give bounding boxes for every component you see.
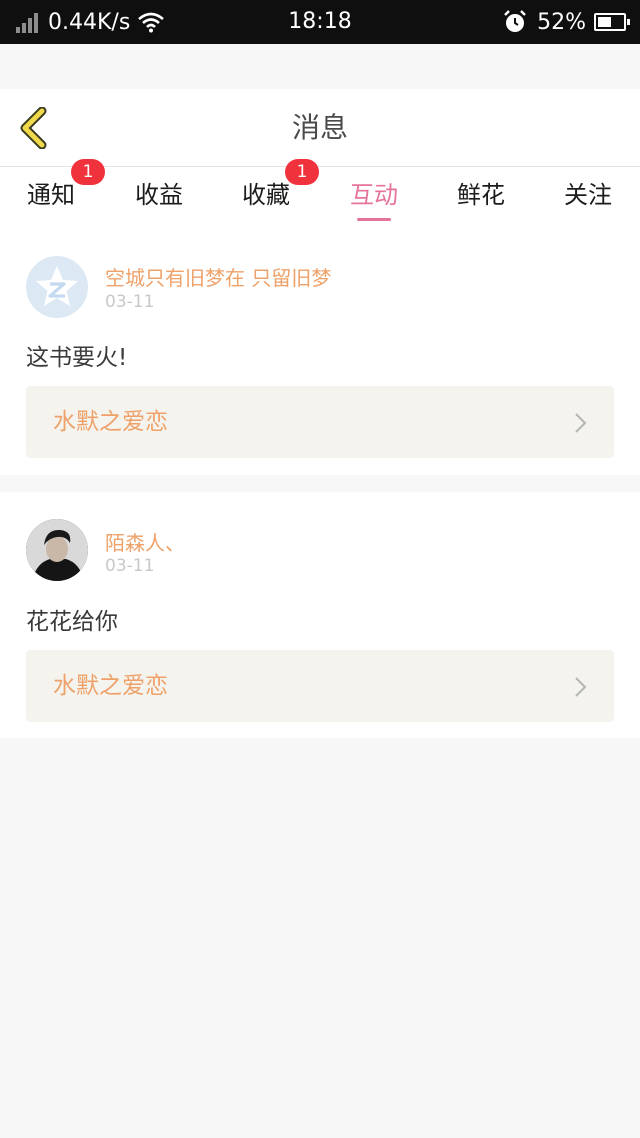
username[interactable]: 陌森人、 (105, 527, 185, 556)
book-title: 水默之爱恋 (53, 409, 168, 435)
default-star-avatar-icon[interactable] (26, 256, 88, 318)
tab-interaction[interactable]: 互动 (324, 167, 424, 227)
tab-label: 收藏 (242, 181, 290, 209)
message-date: 03-11 (105, 292, 155, 312)
user-photo-avatar[interactable] (26, 519, 88, 581)
tab-label: 鲜花 (457, 181, 505, 209)
message-text: 这书要火! (26, 345, 128, 371)
book-title: 水默之爱恋 (53, 673, 168, 699)
tab-label: 互动 (350, 181, 398, 209)
book-link[interactable]: 水默之爱恋 (26, 386, 614, 458)
tab-label: 关注 (564, 181, 612, 209)
battery-icon (594, 13, 630, 31)
tab-earnings[interactable]: 收益 (109, 167, 209, 227)
page-title: 消息 (291, 111, 348, 144)
status-right: 52% (503, 0, 630, 44)
unread-badge: 1 (285, 159, 319, 185)
active-tab-indicator (357, 218, 391, 221)
tab-label: 通知 (27, 181, 75, 209)
chevron-right-icon (575, 413, 587, 433)
tab-notification[interactable]: 通知 1 (1, 159, 105, 227)
book-link[interactable]: 水默之爱恋 (26, 650, 614, 722)
username[interactable]: 空城只有旧梦在 只留旧梦 (105, 262, 331, 291)
message-card: 空城只有旧梦在 只留旧梦 03-11 这书要火! 水默之爱恋 (0, 227, 640, 475)
message-text: 花花给你 (26, 609, 118, 635)
unread-badge: 1 (71, 159, 105, 185)
chevron-right-icon (575, 677, 587, 697)
tab-follow[interactable]: 关注 (538, 167, 638, 227)
tab-bar: 通知 1 收益 收藏 1 互动 鲜花 关注 (0, 159, 640, 227)
header-bar: 消息 (0, 89, 640, 167)
tab-flowers[interactable]: 鲜花 (431, 167, 531, 227)
tab-label: 收益 (135, 181, 183, 209)
status-bar: 0.44K/s 18:18 52% (0, 0, 640, 44)
alarm-icon (504, 10, 526, 32)
message-date: 03-11 (105, 556, 155, 576)
tab-favorites[interactable]: 收藏 1 (216, 159, 319, 227)
message-card: 陌森人、 03-11 花花给你 水默之爱恋 (0, 492, 640, 738)
battery-percent: 52% (537, 9, 586, 35)
